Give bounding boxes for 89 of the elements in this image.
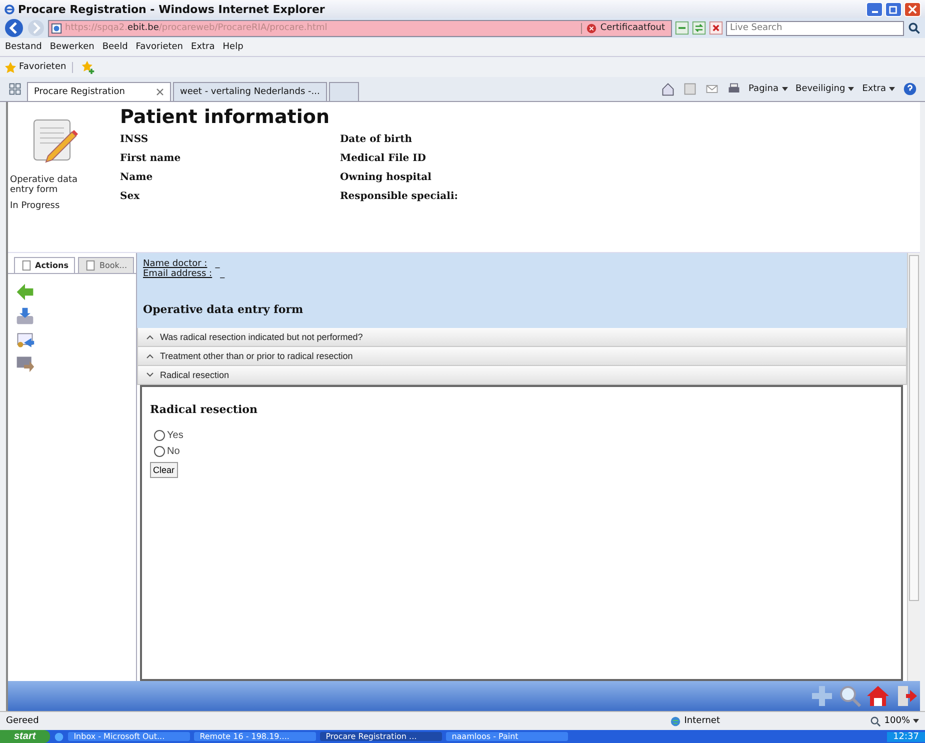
side-tab[interactable]: Actions xyxy=(14,257,76,273)
command-menu[interactable]: Extra xyxy=(862,84,895,94)
certificate-error-button[interactable]: Certificaatfout xyxy=(581,22,669,34)
form-status: In Progress xyxy=(10,202,61,212)
address-field[interactable]: https://spqa2.ebit.be/procareweb/ProcareRIA/procare.html Certificaatfout xyxy=(48,20,672,36)
contact-value: _ xyxy=(220,269,225,279)
taskbar-button[interactable]: Procare Registration ... xyxy=(320,732,442,741)
home-icon[interactable] xyxy=(866,684,890,708)
clock: 12:37 xyxy=(887,732,925,742)
window-title: Procare Registration - Windows Internet Explorer xyxy=(18,2,325,16)
menu-item[interactable]: Bestand xyxy=(5,42,42,52)
menu-item[interactable]: Bewerken xyxy=(50,42,94,52)
field-label: INSS xyxy=(120,133,150,146)
star-icon xyxy=(5,62,16,72)
menu-item[interactable]: Beeld xyxy=(102,42,128,52)
search-icon[interactable] xyxy=(838,684,862,708)
field-label: Name xyxy=(120,171,154,184)
page-icon xyxy=(51,22,62,34)
security-zone: Internet xyxy=(670,716,850,726)
field-label: Responsible speciali: xyxy=(340,190,458,203)
chevron-icon xyxy=(146,334,154,340)
document-icon xyxy=(21,260,32,271)
search-field[interactable]: Live Search xyxy=(726,20,904,36)
quick-tabs-icon[interactable] xyxy=(8,82,22,96)
menu-item[interactable]: Extra xyxy=(191,42,215,52)
taskbar-button[interactable]: naamloos - Paint xyxy=(446,732,568,741)
browser-tab[interactable]: Procare Registration xyxy=(27,82,171,101)
command-menu[interactable]: Pagina xyxy=(748,84,788,94)
accordion-header[interactable]: Radical resection xyxy=(137,366,907,385)
maximize-button[interactable] xyxy=(885,2,902,16)
close-icon xyxy=(908,4,917,14)
caret-icon xyxy=(913,719,919,723)
compatibility-icon[interactable] xyxy=(675,21,689,35)
caret-icon xyxy=(889,87,895,91)
browser-icon xyxy=(4,4,15,14)
contact-value: _ xyxy=(215,259,220,269)
accordion-header[interactable]: Was radical resection indicated but not performed? xyxy=(137,328,907,347)
field-label: First name xyxy=(120,152,182,165)
menu-item[interactable]: Favorieten xyxy=(136,42,184,52)
accordion-header[interactable]: Treatment other than or prior to radical resection xyxy=(137,347,907,366)
minimize-button[interactable] xyxy=(866,2,883,16)
field-label: Medical File ID xyxy=(340,152,427,165)
command-menu[interactable]: Beveiliging xyxy=(796,84,854,94)
new-tab-button[interactable] xyxy=(329,82,359,101)
refresh-icon[interactable] xyxy=(692,21,706,35)
chevron-icon xyxy=(146,372,154,378)
start-button[interactable]: start xyxy=(0,730,50,743)
contact-label[interactable]: Email address : xyxy=(143,269,212,279)
field-label: Date of birth xyxy=(340,133,414,146)
close-button[interactable] xyxy=(904,2,921,16)
caret-icon xyxy=(782,87,788,91)
search-icon[interactable] xyxy=(907,21,921,35)
stop-icon[interactable] xyxy=(709,21,723,35)
menu-item[interactable]: Help xyxy=(222,42,244,52)
form-name: Operative data entry form xyxy=(10,176,79,196)
radio-option[interactable]: No xyxy=(154,446,180,457)
chevron-icon xyxy=(146,353,154,359)
taskbar-button[interactable]: Inbox - Microsoft Out... xyxy=(68,732,190,741)
caret-icon xyxy=(848,87,854,91)
back-arrow-icon[interactable] xyxy=(14,282,36,302)
magnifier-icon xyxy=(870,716,882,726)
clear-button[interactable]: Clear xyxy=(150,462,178,478)
export-arrow-icon[interactable] xyxy=(14,354,36,374)
field-label: Sex xyxy=(120,190,141,203)
scrollbar[interactable] xyxy=(907,253,920,681)
back-button[interactable] xyxy=(4,18,24,38)
home-icon[interactable] xyxy=(660,82,675,96)
close-tab-icon[interactable] xyxy=(156,88,164,96)
maximize-icon xyxy=(889,4,898,14)
mail-icon[interactable] xyxy=(704,82,719,96)
side-tab[interactable]: Book... xyxy=(78,257,134,273)
contact-label[interactable]: Name doctor : xyxy=(143,259,208,269)
favorites-button[interactable]: Favorieten xyxy=(5,62,74,72)
field-label: Owning hospital xyxy=(340,171,432,184)
add-favorite-icon[interactable] xyxy=(81,60,96,74)
page-title: Patient information xyxy=(120,106,330,128)
browser-tab[interactable]: weet - vertaling Nederlands -... xyxy=(173,82,327,101)
zoom-level[interactable]: 100% xyxy=(870,716,919,726)
document-icon xyxy=(85,260,96,271)
inbox-download-icon[interactable] xyxy=(14,306,36,326)
radio-option[interactable]: Yes xyxy=(154,430,184,441)
help-icon[interactable] xyxy=(903,82,917,96)
question-title: Radical resection xyxy=(150,403,258,416)
taskbar-button[interactable]: Remote 16 - 198.19.... xyxy=(194,732,316,741)
status-text: Gereed xyxy=(6,716,40,726)
form-title: Operative data entry form xyxy=(143,303,304,316)
error-icon xyxy=(586,22,598,34)
minimize-icon xyxy=(872,10,878,12)
plus-icon[interactable] xyxy=(810,684,834,708)
